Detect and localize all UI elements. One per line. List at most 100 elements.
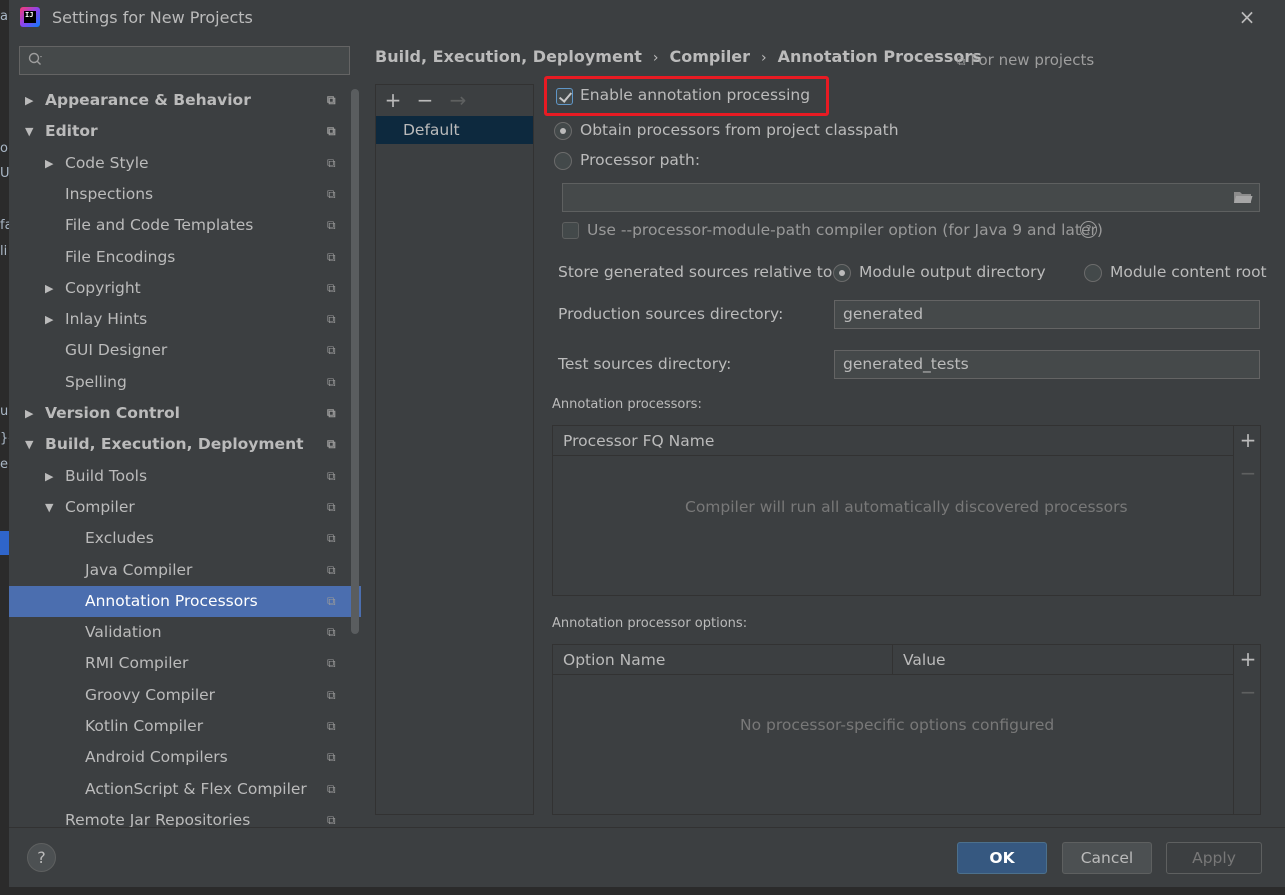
- enable-annotation-processing-label[interactable]: Enable annotation processing: [580, 86, 810, 104]
- tree-item-remote-jar-repositories[interactable]: Remote Jar Repositories ⧉: [9, 805, 361, 827]
- tree-item-label: Build, Execution, Deployment: [45, 435, 304, 453]
- production-dir-label: Production sources directory:: [558, 305, 784, 323]
- tree-item-kotlin-compiler[interactable]: Kotlin Compiler ⧉: [9, 711, 361, 742]
- processor-path-field[interactable]: [562, 183, 1260, 212]
- tree-item-label: Android Compilers: [85, 748, 228, 766]
- column-header[interactable]: Value: [893, 645, 1233, 675]
- module-content-root-radio[interactable]: [1084, 264, 1102, 282]
- obtain-from-classpath-label[interactable]: Obtain processors from project classpath: [580, 121, 899, 139]
- tree-item-android-compilers[interactable]: Android Compilers ⧉: [9, 742, 361, 773]
- enable-annotation-processing-checkbox[interactable]: [556, 88, 573, 105]
- remove-option-button[interactable]: −: [1234, 680, 1262, 704]
- project-scope-icon: ⧉: [327, 719, 336, 733]
- processor-module-path-label[interactable]: Use --processor-module-path compiler opt…: [587, 221, 1103, 239]
- tree-item-label: Compiler: [65, 498, 135, 516]
- production-dir-field[interactable]: generated: [834, 300, 1260, 329]
- project-scope-icon: ⧉: [327, 563, 336, 577]
- tree-item-file-and-code-templates[interactable]: File and Code Templates ⧉: [9, 210, 361, 241]
- tree-item-java-compiler[interactable]: Java Compiler ⧉: [9, 555, 361, 586]
- tree-item-gui-designer[interactable]: GUI Designer ⧉: [9, 335, 361, 366]
- project-scope-icon: ⧉: [327, 312, 336, 326]
- tree-item-validation[interactable]: Validation ⧉: [9, 617, 361, 648]
- ok-button[interactable]: OK: [957, 842, 1047, 874]
- processors-table-header: Processor FQ Name: [553, 426, 1233, 456]
- chevron-right-icon[interactable]: ▶: [45, 304, 53, 335]
- processor-module-path-checkbox[interactable]: [562, 222, 579, 239]
- tree-item-editor[interactable]: ▼ Editor ⧉: [9, 116, 361, 147]
- tree-item-label: RMI Compiler: [85, 654, 189, 672]
- add-option-button[interactable]: +: [1234, 647, 1262, 671]
- obtain-from-classpath-radio[interactable]: [554, 122, 572, 140]
- add-profile-button[interactable]: +: [382, 87, 404, 113]
- tree-item-rmi-compiler[interactable]: RMI Compiler ⧉: [9, 648, 361, 679]
- options-table: Option Name Value No processor-specific …: [552, 644, 1261, 815]
- tree-item-build-execution-deployment[interactable]: ▼ Build, Execution, Deployment ⧉: [9, 429, 361, 460]
- apply-button[interactable]: Apply: [1166, 842, 1262, 874]
- tree-item-label: Copyright: [65, 279, 141, 297]
- profile-item-default[interactable]: Default: [376, 116, 533, 144]
- folder-icon[interactable]: [1233, 190, 1253, 204]
- project-scope-icon: ⧉: [327, 187, 336, 201]
- chevron-right-icon[interactable]: ▶: [45, 273, 53, 304]
- tree-item-excludes[interactable]: Excludes ⧉: [9, 523, 361, 554]
- tree-item-code-style[interactable]: ▶ Code Style ⧉: [9, 148, 361, 179]
- add-processor-button[interactable]: +: [1234, 428, 1262, 452]
- remove-processor-button[interactable]: −: [1234, 461, 1262, 485]
- tree-item-label: Validation: [85, 623, 162, 641]
- chevron-down-icon[interactable]: ▼: [45, 492, 53, 523]
- cancel-button[interactable]: Cancel: [1062, 842, 1152, 874]
- profiles-panel: [375, 84, 534, 815]
- tree-item-groovy-compiler[interactable]: Groovy Compiler ⧉: [9, 680, 361, 711]
- help-icon[interactable]: ?: [1080, 221, 1097, 238]
- tree-scrollbar[interactable]: [351, 89, 359, 634]
- project-scope-icon: ⧉: [327, 406, 336, 420]
- tree-item-copyright[interactable]: ▶ Copyright ⧉: [9, 273, 361, 304]
- chevron-right-icon[interactable]: ▶: [25, 398, 33, 429]
- module-output-directory-label[interactable]: Module output directory: [859, 263, 1046, 281]
- processors-empty-text: Compiler will run all automatically disc…: [685, 498, 1128, 516]
- tree-item-build-tools[interactable]: ▶ Build Tools ⧉: [9, 461, 361, 492]
- tree-item-label: Kotlin Compiler: [85, 717, 204, 735]
- background-text: }-\: [0, 431, 9, 446]
- remove-profile-button[interactable]: −: [414, 87, 436, 113]
- tree-item-label: Appearance & Behavior: [45, 91, 251, 109]
- tree-item-inlay-hints[interactable]: ▶ Inlay Hints ⧉: [9, 304, 361, 335]
- move-profile-button[interactable]: →: [447, 87, 469, 113]
- tree-item-compiler[interactable]: ▼ Compiler ⧉: [9, 492, 361, 523]
- background-text: fa: [0, 218, 9, 233]
- chevron-right-icon[interactable]: ▶: [45, 148, 53, 179]
- module-content-root-label[interactable]: Module content root: [1110, 263, 1267, 281]
- tree-item-label: File Encodings: [65, 248, 176, 266]
- help-button[interactable]: ?: [27, 843, 56, 872]
- column-header[interactable]: Processor FQ Name: [553, 426, 1233, 456]
- chevron-down-icon[interactable]: ▼: [25, 429, 33, 460]
- test-dir-field[interactable]: generated_tests: [834, 350, 1260, 379]
- project-scope-icon: ⧉: [327, 343, 336, 357]
- chevron-right-icon[interactable]: ▶: [25, 85, 33, 116]
- tree-item-label: Build Tools: [65, 467, 148, 485]
- processors-table: Processor FQ Name Compiler will run all …: [552, 425, 1261, 596]
- column-header[interactable]: Option Name: [553, 645, 893, 675]
- background-ide-bottom: [0, 887, 1285, 895]
- tree-item-appearance-behavior[interactable]: ▶ Appearance & Behavior ⧉: [9, 85, 361, 116]
- processor-path-radio[interactable]: [554, 152, 572, 170]
- close-icon[interactable]: ×: [1236, 6, 1258, 28]
- tree-item-spelling[interactable]: Spelling ⧉: [9, 367, 361, 398]
- tree-item-label: Annotation Processors: [85, 592, 258, 610]
- breadcrumb-item: Annotation Processors: [777, 47, 982, 66]
- processor-path-label[interactable]: Processor path:: [580, 151, 700, 169]
- chevron-right-icon[interactable]: ▶: [45, 461, 53, 492]
- tree-item-actionscript-flex-compiler[interactable]: ActionScript & Flex Compiler ⧉: [9, 774, 361, 805]
- project-scope-icon: ⧉: [327, 375, 336, 389]
- search-input[interactable]: [19, 46, 350, 75]
- tree-item-version-control[interactable]: ▶ Version Control ⧉: [9, 398, 361, 429]
- module-output-directory-radio[interactable]: [833, 264, 851, 282]
- tree-item-label: GUI Designer: [65, 341, 168, 359]
- project-scope-icon: ⧉: [327, 750, 336, 764]
- tree-item-inspections[interactable]: Inspections ⧉: [9, 179, 361, 210]
- tree-item-annotation-processors[interactable]: Annotation Processors ⧉: [9, 586, 361, 617]
- test-dir-label: Test sources directory:: [558, 355, 732, 373]
- chevron-down-icon[interactable]: ▼: [25, 116, 33, 147]
- tree-item-file-encodings[interactable]: File Encodings ⧉: [9, 242, 361, 273]
- breadcrumb-separator: ›: [652, 50, 659, 66]
